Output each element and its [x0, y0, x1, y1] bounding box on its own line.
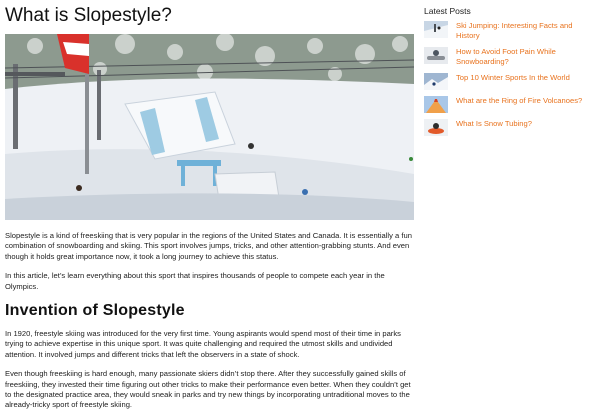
sidebar-title: Latest Posts: [424, 6, 471, 16]
latest-post-link[interactable]: Ski Jumping: Interesting Facts and Histo…: [456, 21, 594, 41]
latest-post-item[interactable]: Ski Jumping: Interesting Facts and Histo…: [424, 21, 594, 41]
latest-post-item[interactable]: How to Avoid Foot Pain While Snowboardin…: [424, 47, 594, 67]
intro-paragraph: In this article, let’s learn everything …: [5, 271, 385, 291]
article: What is Slopestyle? Slopestyle is a kind…: [5, 0, 415, 409]
snowboard-thumbnail[interactable]: [424, 47, 448, 64]
page-title: What is Slopestyle?: [5, 5, 172, 26]
hero-image-slopestyle-course: [5, 34, 414, 220]
section-paragraph: In 1920, freestyle skiing was introduced…: [5, 329, 401, 359]
latest-post-item[interactable]: Top 10 Winter Sports In the World: [424, 73, 594, 90]
volcano-thumbnail[interactable]: [424, 96, 448, 113]
section-heading: Invention of Slopestyle: [5, 302, 185, 320]
ski-jump-thumbnail[interactable]: [424, 21, 448, 38]
latest-post-link[interactable]: Top 10 Winter Sports In the World: [456, 73, 570, 83]
latest-posts-sidebar: Latest Posts Ski Jumping: Interesting Fa…: [424, 6, 594, 142]
latest-post-link[interactable]: What are the Ring of Fire Volcanoes?: [456, 96, 582, 106]
snow-tubing-thumbnail[interactable]: [424, 119, 448, 136]
intro-paragraph: Slopestyle is a kind of freeskiing that …: [5, 231, 412, 261]
winter-sports-thumbnail[interactable]: [424, 73, 448, 90]
section-paragraph: Even though freeskiing is hard enough, m…: [5, 369, 411, 410]
latest-post-item[interactable]: What Is Snow Tubing?: [424, 119, 594, 136]
latest-post-link[interactable]: How to Avoid Foot Pain While Snowboardin…: [456, 47, 594, 67]
article-body: Slopestyle is a kind of freeskiing that …: [5, 231, 413, 420]
latest-post-link[interactable]: What Is Snow Tubing?: [456, 119, 532, 129]
latest-post-item[interactable]: What are the Ring of Fire Volcanoes?: [424, 96, 594, 113]
